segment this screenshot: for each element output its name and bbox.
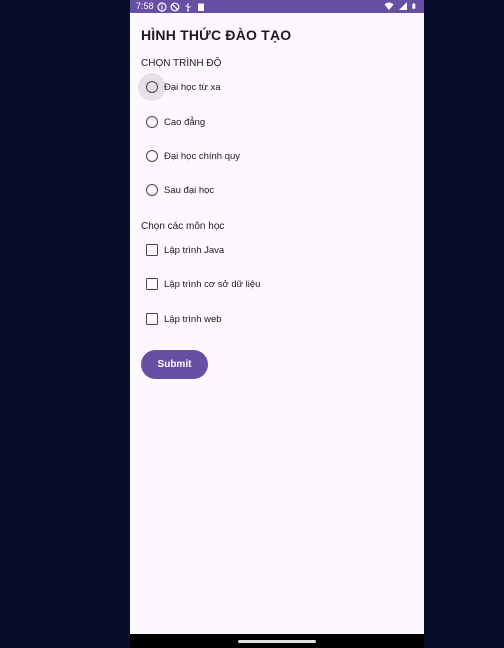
checkbox-option-web[interactable]: Lập trình web [141,305,411,333]
radio-option-distance-learning[interactable]: Đại học từ xa [138,73,411,101]
level-section-label: CHỌN TRÌNH ĐỘ [141,58,222,69]
radio-option-regular-university[interactable]: Đại học chính quy [141,142,411,170]
usb-icon [184,2,191,11]
status-left: 7:58 [136,1,206,12]
checkbox[interactable] [140,238,164,262]
checkbox-option-database[interactable]: Lập trình cơ sở dữ liệu [141,270,411,298]
checkbox-icon [146,244,158,256]
radio-button[interactable] [140,178,164,202]
blocked-icon [170,2,179,11]
checkbox[interactable] [140,272,164,296]
navigation-bar [130,634,424,648]
checkbox-label: Lập trình cơ sở dữ liệu [164,278,261,290]
wifi-icon [384,2,394,10]
radio-label: Đại học từ xa [164,81,221,93]
home-gesture-handle[interactable] [238,640,316,643]
submit-button[interactable]: Submit [141,350,208,379]
status-right [384,1,418,11]
checkbox-label: Lập trình Java [164,244,225,256]
checkbox-icon [146,313,158,325]
signal-icon [399,2,407,10]
app-screen: 7:58 HÌNH THỨC ĐÀO TẠO CHỌN TRÌNH ĐỘ Đại… [130,0,424,648]
radio-circle-icon [146,150,158,162]
info-icon [156,1,167,12]
radio-button[interactable] [140,110,164,134]
radio-label: Cao đẳng [164,116,206,128]
checkbox-icon [146,278,158,290]
radio-label: Đại học chính quy [164,150,241,162]
radio-button[interactable] [140,144,164,168]
course-section-label: Chọn các môn học [141,221,225,232]
radio-option-college[interactable]: Cao đẳng [141,108,411,136]
radio-circle-icon [146,116,158,128]
page-title: HÌNH THỨC ĐÀO TẠO [141,27,292,43]
radio-circle-icon [146,81,158,93]
radio-circle-icon [146,184,158,196]
checkbox-option-java[interactable]: Lập trình Java [141,236,411,264]
checkbox[interactable] [140,307,164,331]
battery-icon [412,3,416,9]
status-time: 7:58 [136,1,154,11]
radio-button[interactable] [138,73,166,101]
radio-label: Sau đại học [164,184,215,196]
clipboard-icon [197,3,204,11]
radio-option-postgraduate[interactable]: Sau đại học [141,176,411,204]
status-bar: 7:58 [130,0,424,13]
checkbox-label: Lập trình web [164,313,222,325]
